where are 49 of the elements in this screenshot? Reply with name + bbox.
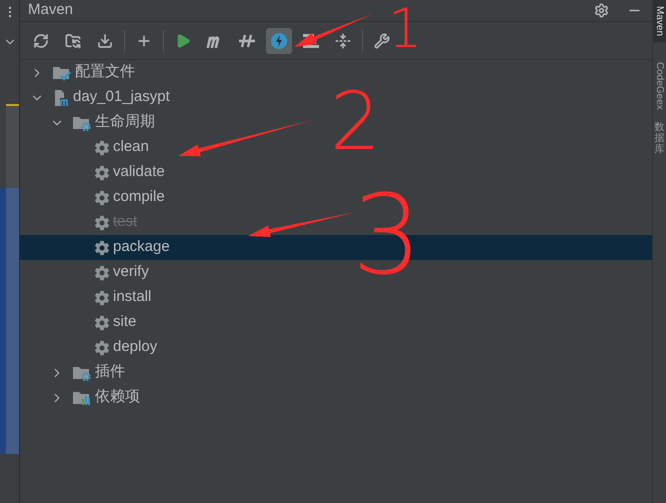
- folder-gear-icon: [72, 364, 92, 380]
- refresh-icon: [33, 32, 49, 48]
- side-tab[interactable]: Maven: [653, 0, 666, 42]
- tree-item[interactable]: 插件: [20, 360, 652, 385]
- tree-label: compile: [113, 187, 165, 208]
- panel-title: Maven: [28, 0, 74, 20]
- maven-module-icon: [52, 88, 70, 106]
- tree-label: day_01_jasypt: [73, 87, 170, 108]
- settings-icon[interactable]: [594, 3, 609, 18]
- tree-label: 插件: [95, 362, 125, 382]
- tree-item[interactable]: 配置文件: [20, 60, 652, 85]
- tree-label: validate: [113, 162, 165, 182]
- gear-icon: [94, 190, 110, 206]
- tree-label: 生命周期: [95, 112, 155, 132]
- play-icon: [175, 32, 191, 48]
- folder-check-icon: [52, 64, 72, 80]
- side-tab[interactable]: CodeGeex: [653, 56, 666, 116]
- folder-sync-icon: [65, 32, 81, 48]
- gear-icon: [94, 164, 110, 180]
- collapse-icon: [335, 32, 351, 48]
- gear-icon: [94, 240, 110, 256]
- gear-icon: [94, 314, 110, 330]
- tree-item[interactable]: 依赖项: [20, 385, 652, 410]
- gear-icon: [94, 264, 110, 280]
- tree-label: 依赖项: [95, 387, 140, 408]
- tree-label: 配置文件: [75, 62, 135, 82]
- gear-icon: [94, 290, 110, 306]
- tree-label: deploy: [113, 337, 158, 358]
- toolbar-button[interactable]: [266, 28, 292, 54]
- plus-icon: [136, 32, 152, 48]
- folder-chart-icon: [72, 390, 92, 406]
- tree-label: site: [113, 312, 136, 332]
- gear-icon: [94, 340, 110, 356]
- lightning-icon: [270, 32, 288, 50]
- tree-label: package: [113, 237, 170, 258]
- tree-item[interactable]: deploy: [20, 335, 652, 360]
- tree-label: clean: [113, 137, 149, 158]
- side-tab[interactable]: 数据库: [653, 116, 666, 161]
- download-icon: [97, 32, 113, 48]
- gear-icon: [94, 214, 110, 230]
- gear-icon: [94, 140, 110, 156]
- tree-label: install: [113, 287, 152, 308]
- annotation-number: 1: [388, 2, 422, 56]
- wrench-icon: [374, 32, 390, 48]
- skip-tests-icon: [238, 32, 256, 48]
- folder-gear-icon: [72, 114, 92, 130]
- tree-item[interactable]: site: [20, 310, 652, 335]
- annotation-number: 2: [330, 82, 381, 162]
- tree-label: verify: [113, 262, 149, 282]
